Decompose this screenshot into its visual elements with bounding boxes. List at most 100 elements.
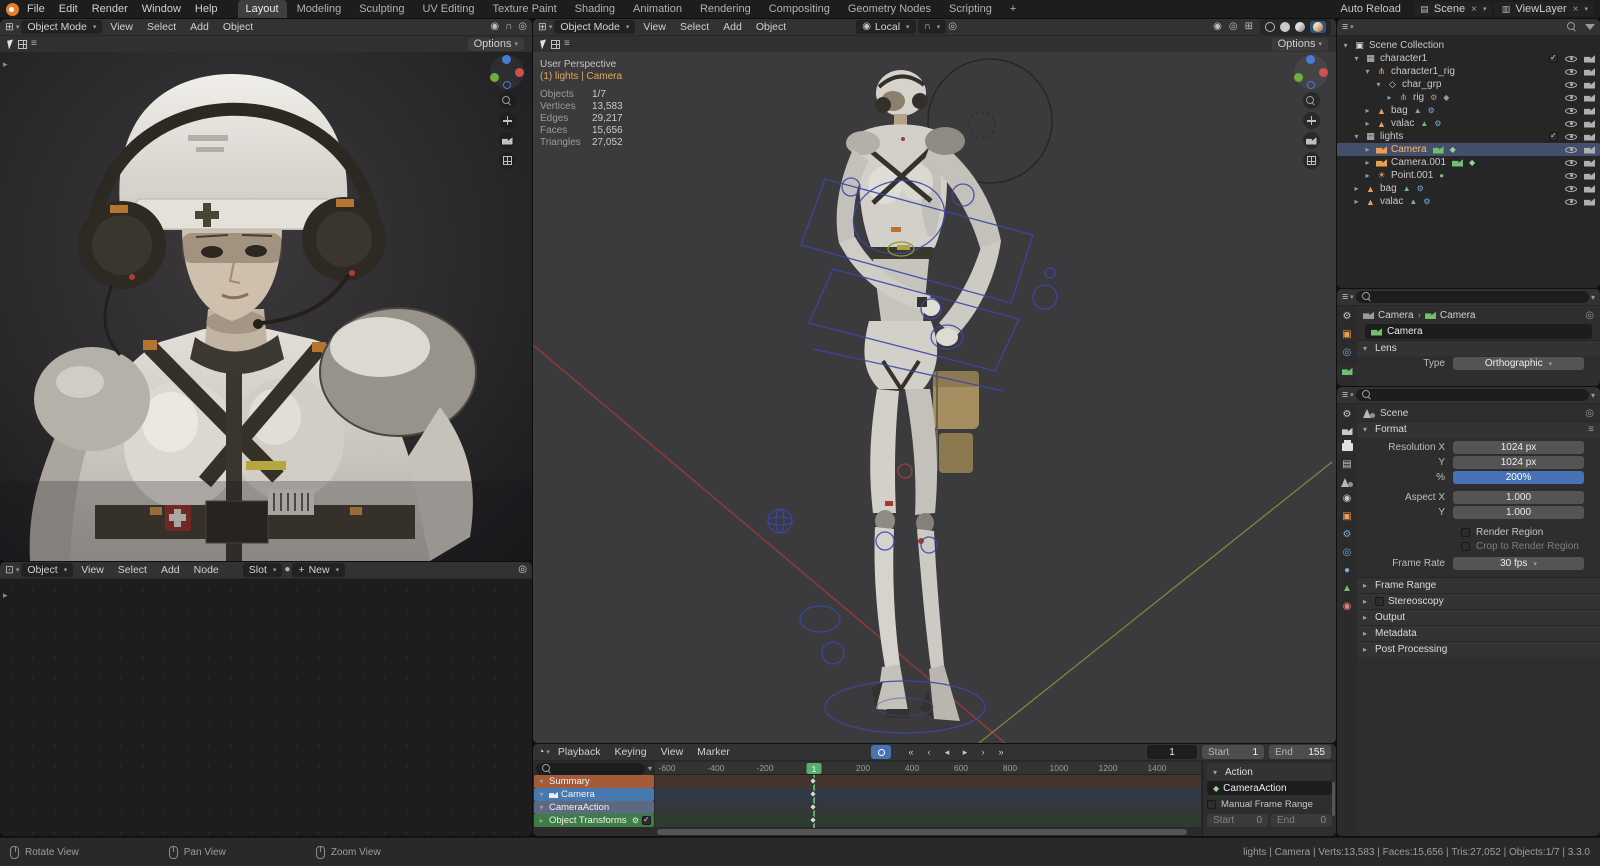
workspace-tab-texture-paint[interactable]: Texture Paint bbox=[484, 2, 564, 16]
editor-type-icon[interactable]: ◔ bbox=[538, 746, 550, 758]
tool-tab-icon[interactable]: ⚙ bbox=[1343, 311, 1352, 323]
outliner-row-rig[interactable]: ⋔ rig ⚙ ◆ bbox=[1337, 91, 1600, 104]
stereoscopy-checkbox[interactable] bbox=[1375, 597, 1384, 606]
outliner-row-point-001[interactable]: ☀ Point.001 ● bbox=[1337, 169, 1600, 182]
region-expand-icon[interactable]: ▸ bbox=[3, 590, 8, 601]
horizontal-scrollbar[interactable] bbox=[657, 829, 1187, 835]
active-tool-cursor-icon[interactable] bbox=[540, 39, 548, 49]
expand-icon[interactable] bbox=[537, 789, 546, 800]
collection-checkbox[interactable] bbox=[1549, 54, 1558, 63]
editor-type-icon[interactable]: ≡ bbox=[1342, 389, 1354, 401]
current-frame-field[interactable]: 1 bbox=[1147, 745, 1197, 759]
workspace-tab-modeling[interactable]: Modeling bbox=[289, 2, 350, 16]
hide-render-icon[interactable] bbox=[1584, 94, 1595, 102]
view-layer-tab-icon[interactable]: ▤ bbox=[1342, 459, 1351, 471]
channel-gear-icon[interactable]: ⚙ bbox=[632, 816, 639, 825]
hide-render-icon[interactable] bbox=[1584, 172, 1595, 180]
scene-unlink-icon[interactable]: × bbox=[1471, 4, 1477, 15]
shading-wireframe-icon[interactable] bbox=[1265, 22, 1275, 32]
hide-viewport-icon[interactable] bbox=[1565, 92, 1577, 103]
add-workspace-button[interactable]: + bbox=[1002, 2, 1024, 16]
expand-icon[interactable] bbox=[1385, 92, 1394, 103]
outliner-row-lights[interactable]: ▦ lights bbox=[1337, 130, 1600, 143]
hide-render-icon[interactable] bbox=[1584, 185, 1595, 193]
hide-viewport-icon[interactable] bbox=[1565, 183, 1577, 194]
post-processing-panel-header[interactable]: Post Processing bbox=[1357, 641, 1600, 657]
outliner-row-bag[interactable]: ▲ bag ▲ ⚙ bbox=[1337, 104, 1600, 117]
orientation-globe-icon[interactable]: ◉ bbox=[490, 21, 499, 33]
next-keyframe-button[interactable]: › bbox=[975, 745, 991, 759]
expand-icon[interactable] bbox=[1352, 196, 1361, 207]
channel-object-transforms[interactable]: Object Transforms ⚙ bbox=[534, 814, 654, 827]
tool-mode-icon[interactable]: ≡ bbox=[31, 38, 37, 50]
editor-type-icon[interactable]: ≡ bbox=[1342, 21, 1354, 33]
workspace-tab-animation[interactable]: Animation bbox=[625, 2, 690, 16]
menu-object[interactable]: Object bbox=[217, 20, 259, 34]
hide-render-icon[interactable] bbox=[1584, 159, 1595, 167]
hide-render-icon[interactable] bbox=[1584, 146, 1595, 154]
output-tab-active[interactable] bbox=[1337, 441, 1357, 453]
magnet-snap-icon[interactable]: ∩ bbox=[505, 21, 512, 33]
channel-search-input[interactable] bbox=[536, 763, 645, 775]
axis-x-dot[interactable] bbox=[1319, 68, 1328, 77]
collection-checkbox[interactable] bbox=[1549, 132, 1558, 141]
mode-dropdown[interactable]: Object Mode bbox=[554, 20, 635, 34]
axis-y-dot[interactable] bbox=[490, 73, 499, 82]
expand-icon[interactable] bbox=[1363, 157, 1372, 168]
menu-view[interactable]: View bbox=[637, 20, 672, 34]
breadcrumb-data[interactable]: Camera bbox=[1440, 310, 1476, 321]
menu-render[interactable]: Render bbox=[86, 2, 134, 16]
workspace-tab-layout[interactable]: Layout bbox=[238, 0, 287, 18]
jump-to-start-button[interactable]: « bbox=[903, 745, 919, 759]
menu-playback[interactable]: Playback bbox=[552, 745, 607, 759]
action-panel-header[interactable]: Action bbox=[1207, 764, 1332, 780]
play-reverse-button[interactable]: ◂ bbox=[939, 745, 955, 759]
options-button[interactable]: Options bbox=[1272, 38, 1328, 51]
new-material-button[interactable]: +New bbox=[292, 563, 345, 577]
menu-keying[interactable]: Keying bbox=[608, 745, 652, 759]
previous-keyframe-button[interactable]: ‹ bbox=[921, 745, 937, 759]
camera-view-button[interactable] bbox=[1303, 132, 1320, 149]
breadcrumb-scene[interactable]: Scene bbox=[1380, 408, 1408, 419]
modifiers-tab-icon[interactable]: ⚙ bbox=[1343, 529, 1352, 541]
blender-logo-icon[interactable] bbox=[6, 3, 19, 16]
toggle-xray-icon[interactable]: ⊞ bbox=[1245, 21, 1253, 33]
toolbar-expand-icon[interactable]: ▸ bbox=[3, 59, 8, 70]
node-grid-canvas[interactable] bbox=[0, 580, 532, 836]
resolution-y-field[interactable]: 1024 px bbox=[1453, 456, 1584, 469]
perspective-toggle-button[interactable] bbox=[1303, 152, 1320, 169]
menu-add[interactable]: Add bbox=[155, 563, 186, 577]
panel-menu-icon[interactable]: ≡ bbox=[1588, 424, 1594, 435]
aspect-y-field[interactable]: 1.000 bbox=[1453, 506, 1584, 519]
metadata-panel-header[interactable]: Metadata bbox=[1357, 625, 1600, 641]
menu-object[interactable]: Object bbox=[750, 20, 792, 34]
hide-viewport-icon[interactable] bbox=[1565, 157, 1577, 168]
auto-keying-record-button[interactable] bbox=[871, 745, 891, 759]
expand-icon[interactable] bbox=[537, 776, 546, 787]
pin-icon[interactable]: ◎ bbox=[1585, 310, 1594, 321]
axis-z-dot[interactable] bbox=[502, 55, 511, 64]
menu-view[interactable]: View bbox=[104, 20, 139, 34]
stereoscopy-panel-header[interactable]: Stereoscopy bbox=[1357, 593, 1600, 609]
hide-viewport-icon[interactable] bbox=[1565, 144, 1577, 155]
camera-data-tab-active[interactable] bbox=[1337, 365, 1357, 377]
hide-viewport-icon[interactable] bbox=[1565, 170, 1577, 181]
expand-icon[interactable] bbox=[537, 802, 546, 813]
options-button[interactable]: Options bbox=[468, 38, 524, 51]
tool-option-icon[interactable] bbox=[18, 40, 27, 49]
axis-z-dot[interactable] bbox=[1306, 55, 1315, 64]
outliner-row-valac[interactable]: ▲ valac ▲ ⚙ bbox=[1337, 117, 1600, 130]
shading-rendered-active[interactable] bbox=[1310, 21, 1326, 33]
render-region-checkbox[interactable] bbox=[1461, 528, 1470, 537]
physics-tab-icon[interactable]: ● bbox=[1344, 565, 1350, 577]
shading-material-icon[interactable] bbox=[1295, 22, 1305, 32]
scene-selector[interactable]: ▤ Scene × bbox=[1413, 2, 1493, 16]
expand-icon[interactable] bbox=[1374, 79, 1383, 90]
slot-dropdown[interactable]: Slot bbox=[243, 563, 283, 577]
hide-render-icon[interactable] bbox=[1584, 133, 1595, 141]
editor-type-icon[interactable]: ⊞ bbox=[5, 21, 19, 33]
scene-tab-icon[interactable] bbox=[1341, 477, 1353, 487]
menu-select[interactable]: Select bbox=[674, 20, 715, 34]
manual-frame-range-checkbox[interactable] bbox=[1207, 800, 1216, 809]
outliner-row-char-grp[interactable]: ◇ char_grp bbox=[1337, 78, 1600, 91]
